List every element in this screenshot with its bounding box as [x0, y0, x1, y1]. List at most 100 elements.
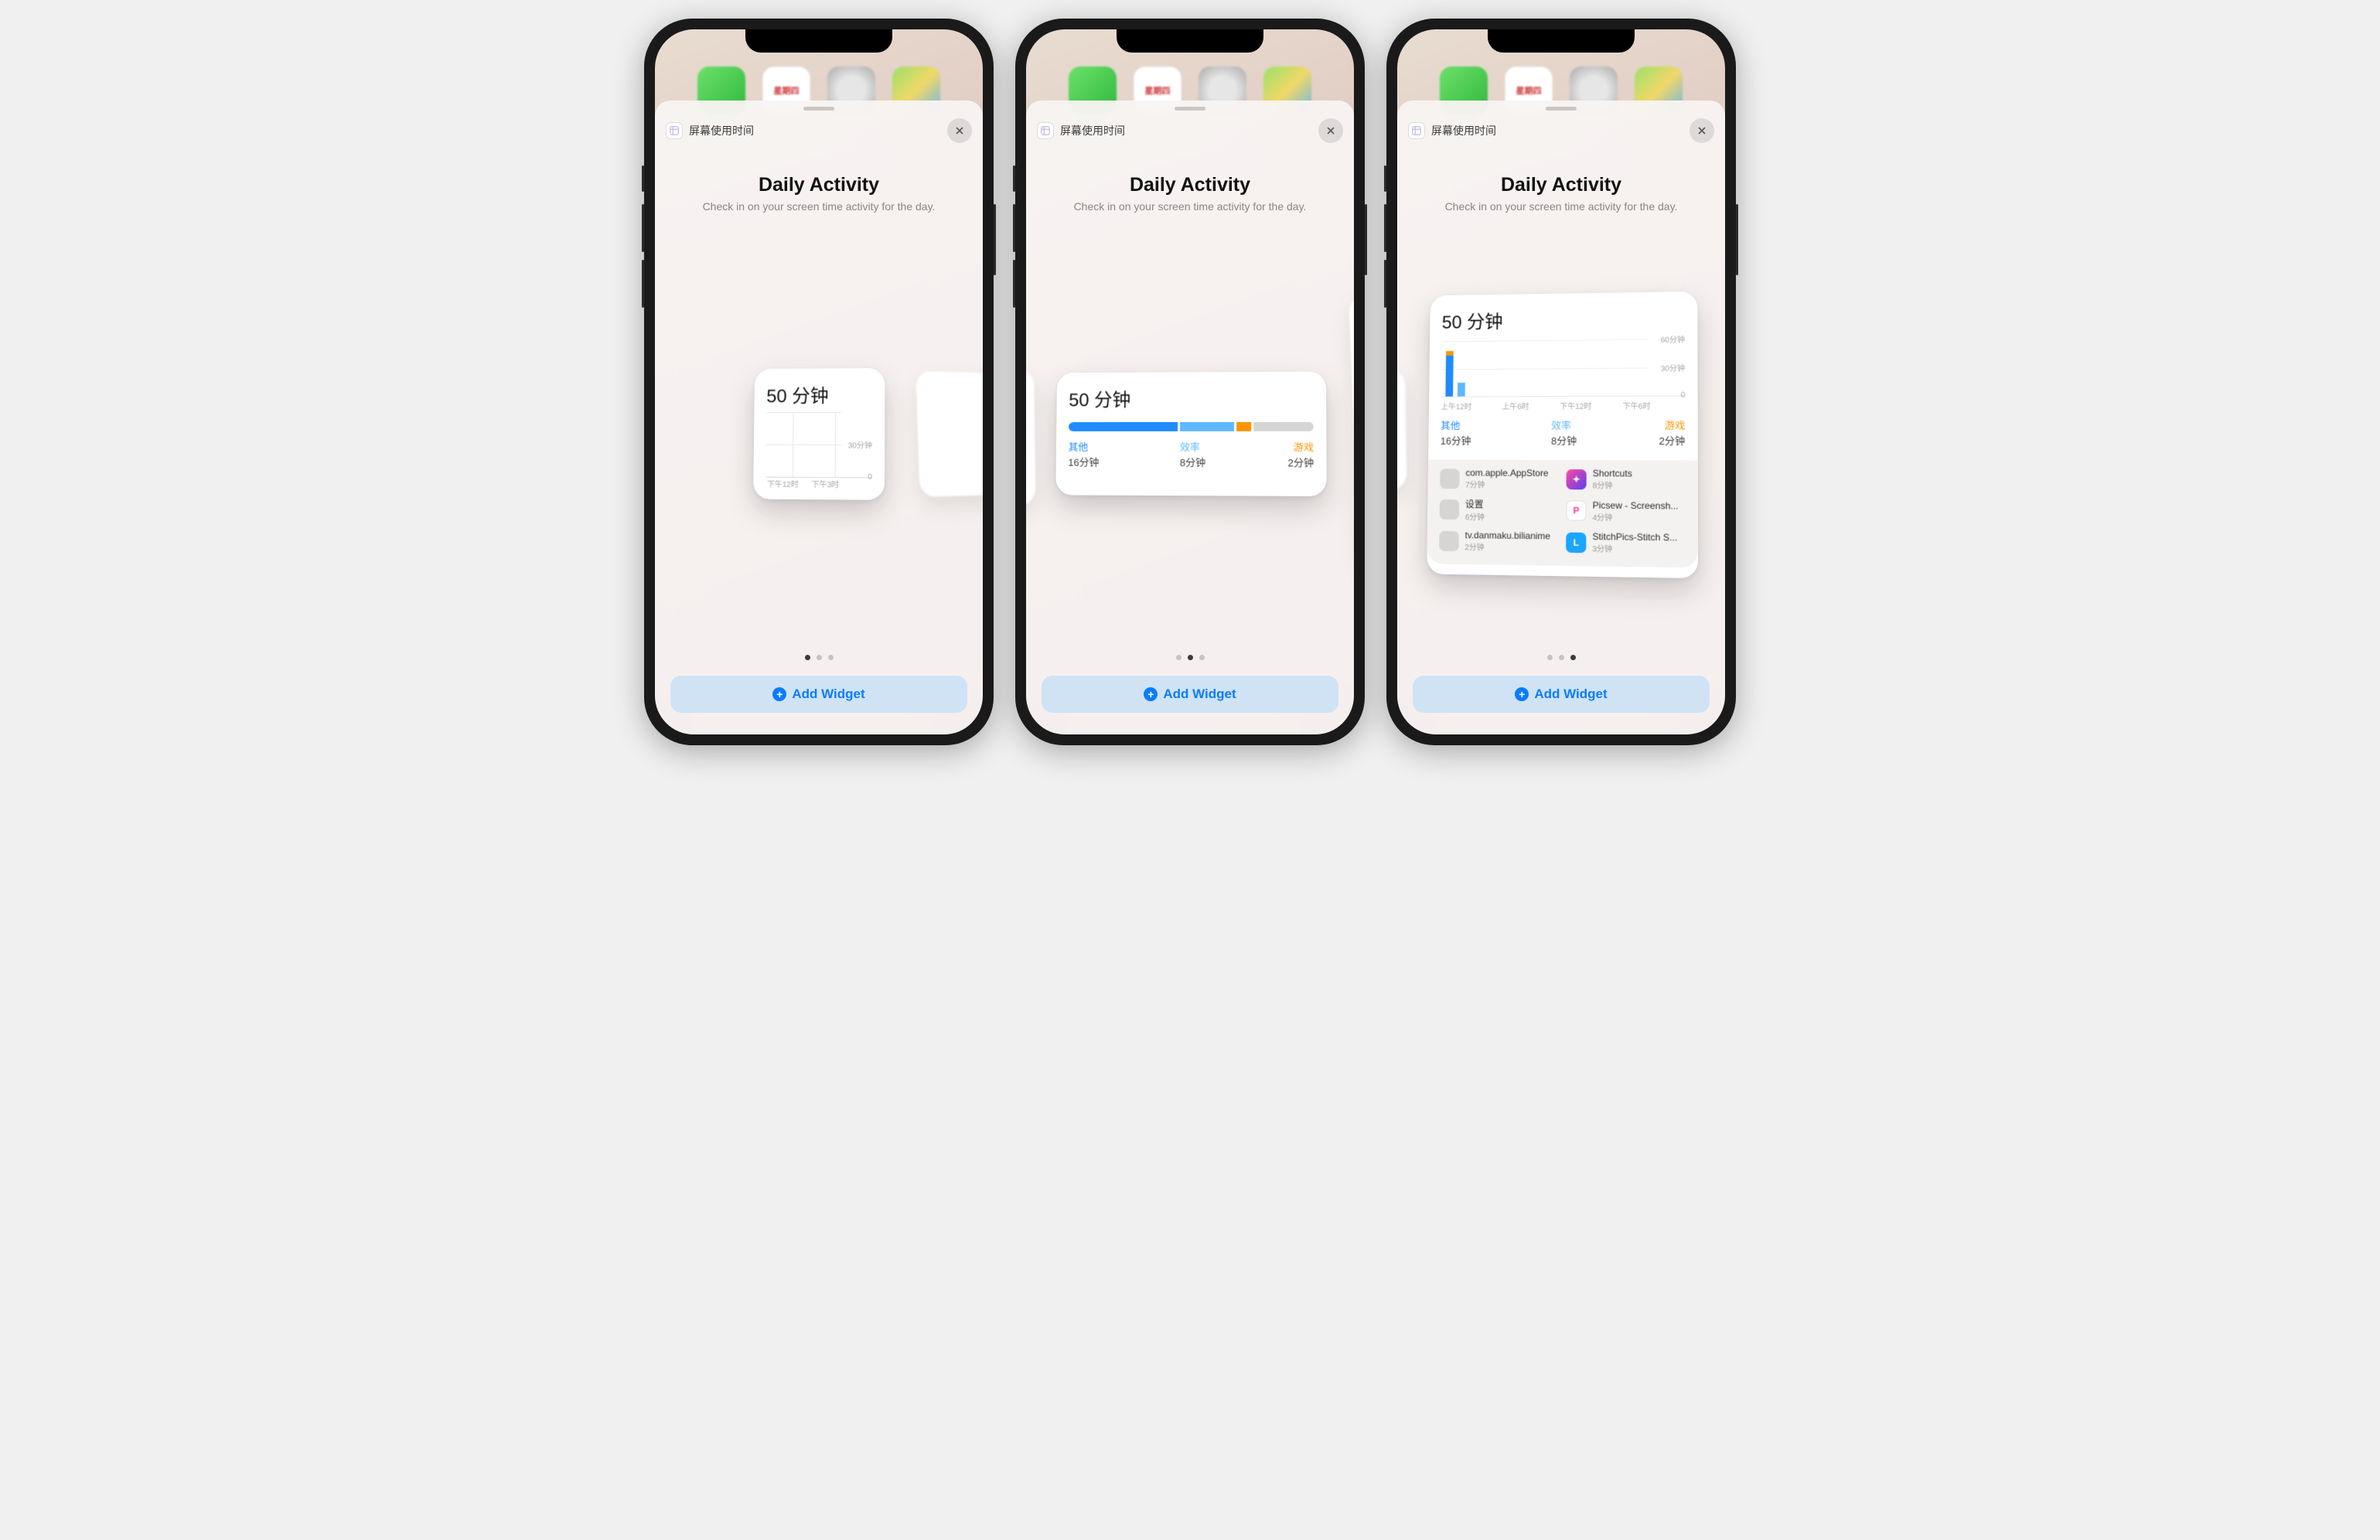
category-productivity: 效率 8分钟 [1180, 441, 1205, 469]
large-widget-chart: 60分钟 30分钟 0 [1441, 339, 1686, 397]
sheet-grabber[interactable] [803, 107, 834, 111]
category-games: 游戏 2分钟 [1659, 419, 1685, 448]
dot-1[interactable] [805, 655, 810, 660]
app-icon [1440, 468, 1460, 489]
chart-bar-1 [1445, 351, 1453, 397]
widget-medium[interactable]: 50 分钟 其他 16分钟 [1055, 372, 1326, 496]
widget-small[interactable]: 50 分钟 30分钟 0 下午12时 下午3时 [753, 368, 885, 500]
next-widget-peek[interactable] [1349, 296, 1354, 564]
widget-total-time: 50 分钟 [766, 380, 872, 407]
app-time: 3分钟 [1592, 542, 1677, 555]
dot-1[interactable] [1547, 655, 1553, 660]
wallpaper: 星期四 屏幕使用时间 D [655, 29, 983, 734]
prev-widget-peek[interactable] [1026, 366, 1036, 509]
app-icon: L [1566, 532, 1586, 553]
close-button[interactable] [1690, 118, 1714, 143]
app-icon [1439, 530, 1459, 550]
screen-time-icon [666, 122, 683, 139]
header-title: 屏幕使用时间 [1408, 122, 1496, 139]
header-app-name: 屏幕使用时间 [1431, 123, 1496, 138]
app-item: 设置6分钟 [1440, 497, 1556, 523]
dot-3[interactable] [1199, 655, 1205, 660]
widget-gallery-sheet: 屏幕使用时间 Daily Activity Check in on your s… [655, 101, 983, 734]
add-widget-label: Add Widget [1534, 687, 1607, 702]
phone-mockup-2: 星期四 屏幕使用时间 D [1015, 19, 1365, 745]
category-breakdown: 其他 16分钟 效率 8分钟 游戏 2分钟 [1441, 419, 1686, 448]
sheet-grabber[interactable] [1546, 107, 1577, 111]
next-widget-peek[interactable] [916, 371, 983, 497]
widget-total-time: 50 分钟 [1069, 384, 1314, 412]
app-item: PPicsew - Screensh...4分钟 [1566, 498, 1685, 524]
close-button[interactable] [1318, 118, 1343, 143]
app-time: 8分钟 [1593, 479, 1632, 490]
page-title: Daily Activity [1397, 174, 1725, 196]
widget-large[interactable]: 50 分钟 60分钟 30分钟 0 [1427, 291, 1698, 578]
category-breakdown: 其他 16分钟 效率 8分钟 游戏 2分钟 [1068, 441, 1314, 470]
phone-mockup-1: 星期四 屏幕使用时间 D [644, 19, 994, 745]
page-dots[interactable] [1042, 655, 1338, 660]
widget-total-time: 50 分钟 [1442, 304, 1686, 334]
widget-gallery-sheet: 屏幕使用时间 Daily Activity Check in on your s… [1397, 101, 1725, 734]
header-title: 屏幕使用时间 [666, 122, 754, 139]
app-icon [1440, 499, 1460, 520]
app-time: 7分钟 [1465, 479, 1548, 491]
header-app-name: 屏幕使用时间 [1060, 123, 1125, 138]
sheet-grabber[interactable] [1175, 107, 1205, 111]
bar-segment-games [1236, 422, 1251, 431]
dot-3[interactable] [828, 655, 834, 660]
app-name: 设置 [1465, 497, 1485, 510]
screen-time-icon [1037, 122, 1054, 139]
close-button[interactable] [947, 118, 972, 143]
plus-icon: + [1515, 687, 1529, 701]
bar-segment-remainder [1253, 422, 1314, 431]
phone-mockup-3: 星期四 屏幕使用时间 D [1386, 19, 1736, 745]
app-time: 4分钟 [1592, 510, 1678, 523]
app-item: LStitchPics-Stitch S...3分钟 [1566, 531, 1685, 555]
small-widget-chart: 30分钟 0 下午12时 下午3时 [765, 412, 872, 478]
app-name: com.apple.AppStore [1465, 468, 1548, 479]
notch [745, 29, 892, 53]
dot-1[interactable] [1176, 655, 1181, 660]
page-dots[interactable] [670, 655, 967, 660]
dot-2[interactable] [817, 655, 822, 660]
add-widget-button[interactable]: + Add Widget [1413, 676, 1710, 713]
screen-time-icon [1408, 122, 1425, 139]
category-bar [1069, 422, 1314, 431]
dot-2[interactable] [1188, 655, 1193, 660]
category-games: 游戏 2分钟 [1287, 441, 1314, 469]
plus-icon: + [1144, 687, 1158, 701]
prev-widget-peek[interactable] [1397, 366, 1407, 492]
wallpaper: 星期四 屏幕使用时间 D [1026, 29, 1354, 734]
category-productivity: 效率 8分钟 [1551, 419, 1577, 448]
dot-2[interactable] [1559, 655, 1564, 660]
add-widget-button[interactable]: + Add Widget [1042, 676, 1338, 713]
header-title: 屏幕使用时间 [1037, 122, 1125, 139]
plus-icon: + [772, 687, 786, 701]
page-dots[interactable] [1413, 655, 1710, 660]
add-widget-label: Add Widget [792, 687, 864, 702]
notch [1488, 29, 1635, 53]
category-other: 其他 16分钟 [1441, 419, 1471, 448]
page-title: Daily Activity [1026, 174, 1354, 196]
chart-bar-2 [1458, 383, 1465, 397]
bar-segment-other [1069, 422, 1178, 431]
category-other: 其他 16分钟 [1068, 441, 1099, 469]
app-time: 2分钟 [1464, 540, 1550, 554]
page-subtitle: Check in on your screen time activity fo… [1397, 200, 1725, 213]
app-time: 6分钟 [1465, 510, 1485, 522]
top-apps-list: com.apple.AppStore7分钟 ✦ Shortcuts8分钟设置6分钟 P… [1427, 460, 1698, 568]
notch [1117, 29, 1263, 53]
app-item: com.apple.AppStore7分钟 [1440, 468, 1556, 491]
app-icon: ✦ [1567, 469, 1587, 489]
header-app-name: 屏幕使用时间 [689, 123, 754, 138]
add-widget-button[interactable]: + Add Widget [670, 676, 967, 713]
add-widget-label: Add Widget [1163, 687, 1236, 702]
app-item: ✦ Shortcuts8分钟 [1567, 468, 1686, 491]
dot-3[interactable] [1570, 655, 1576, 660]
app-name: Shortcuts [1593, 468, 1632, 479]
app-name: Picsew - Screensh... [1593, 499, 1679, 511]
bar-segment-productivity [1180, 422, 1234, 431]
widget-gallery-sheet: 屏幕使用时间 Daily Activity Check in on your s… [1026, 101, 1354, 734]
wallpaper: 星期四 屏幕使用时间 D [1397, 29, 1725, 734]
page-subtitle: Check in on your screen time activity fo… [1026, 200, 1354, 213]
